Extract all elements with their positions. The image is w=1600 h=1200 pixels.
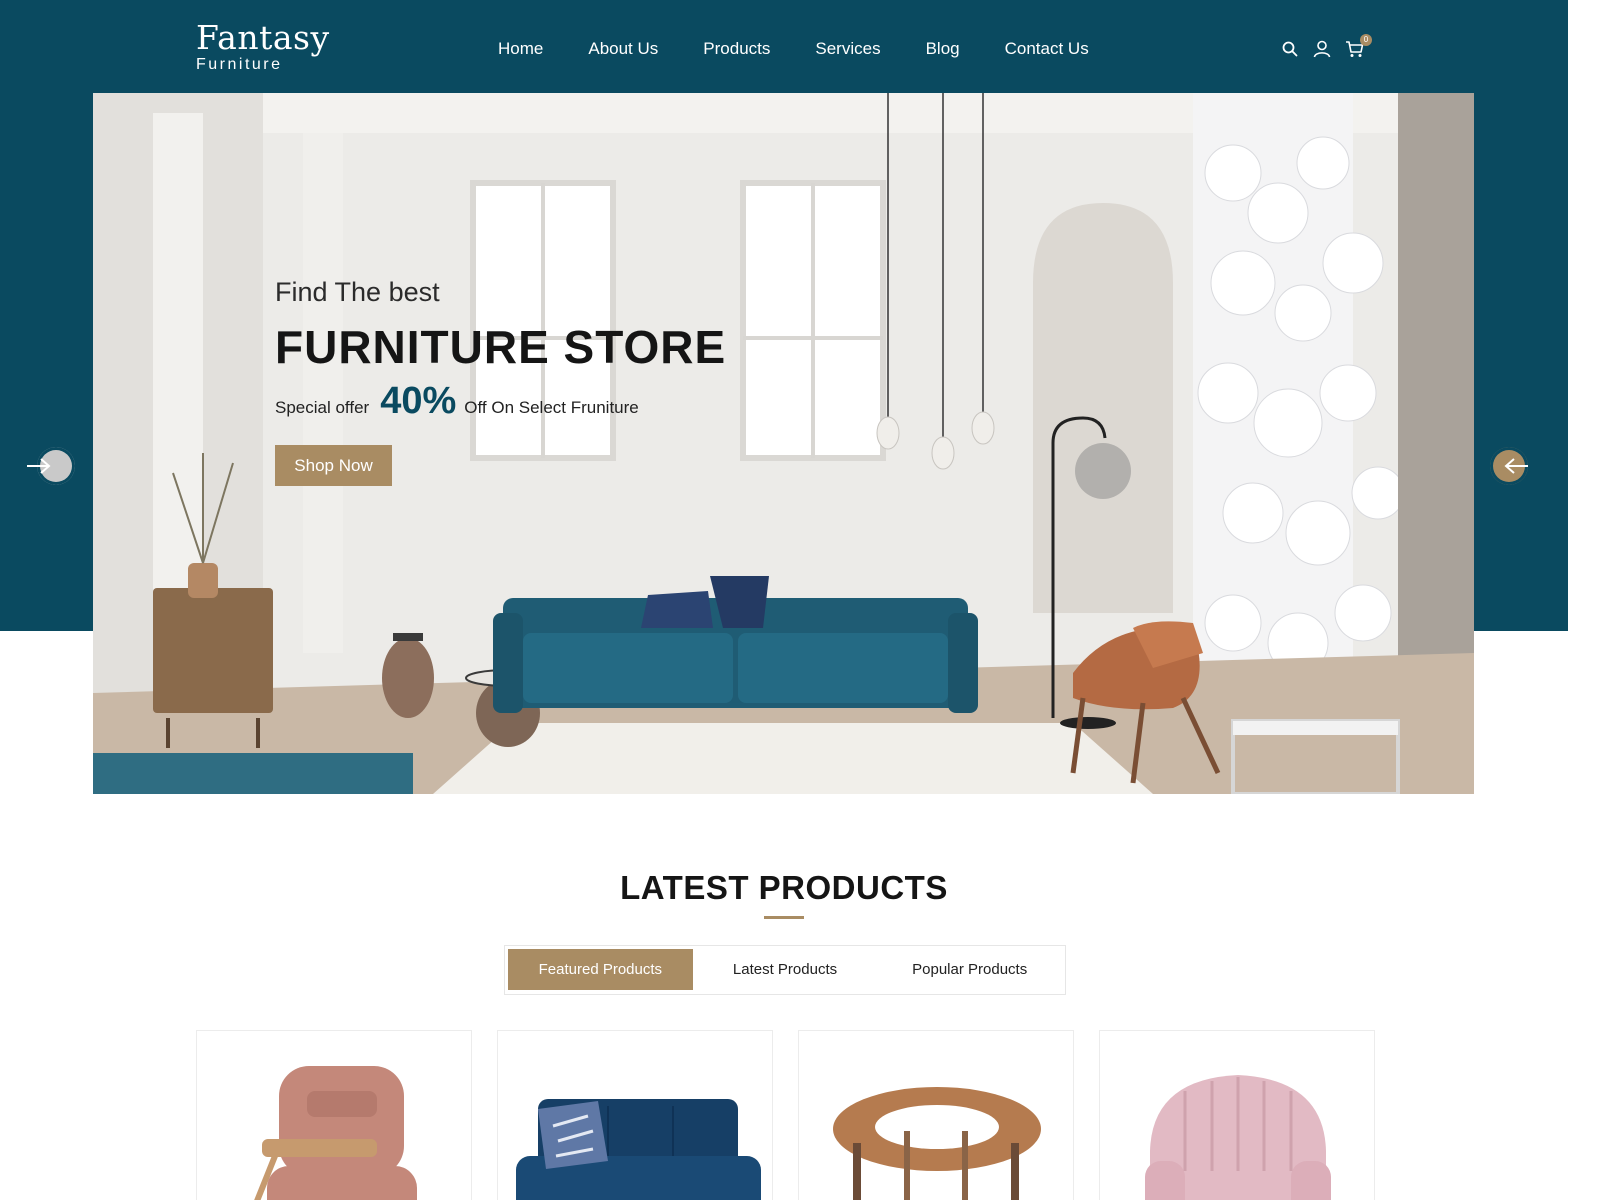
- brand-name: Fantasy: [196, 18, 330, 57]
- tab-featured-products[interactable]: Featured Products: [508, 949, 693, 990]
- arrow-left-icon: [1504, 457, 1530, 477]
- round-wood-side-table-image: [833, 1087, 1041, 1200]
- cart-count-badge: 0: [1360, 34, 1372, 46]
- user-icon[interactable]: [1312, 38, 1332, 60]
- cart-icon[interactable]: 0: [1344, 34, 1372, 60]
- search-icon[interactable]: [1280, 38, 1300, 60]
- brand-logo[interactable]: Fantasy Furniture: [196, 20, 330, 73]
- navy-loveseat-image: [516, 1099, 761, 1200]
- product-card[interactable]: [798, 1030, 1074, 1200]
- header-actions: 0: [1280, 34, 1372, 60]
- main-nav: Home About Us Products Services Blog Con…: [498, 38, 1089, 60]
- product-card[interactable]: [1099, 1030, 1375, 1200]
- slider-prev-button[interactable]: [27, 447, 75, 485]
- offer-percent: 40%: [380, 380, 457, 422]
- product-card[interactable]: [497, 1030, 773, 1200]
- shop-now-button[interactable]: Shop Now: [275, 445, 392, 486]
- nav-item-about[interactable]: About Us: [588, 38, 658, 60]
- arrow-left-icon: [25, 457, 51, 477]
- slider-next-button[interactable]: [1490, 447, 1528, 485]
- nav-item-home[interactable]: Home: [498, 38, 543, 60]
- nav-item-blog[interactable]: Blog: [926, 38, 960, 60]
- nav-item-services[interactable]: Services: [815, 38, 880, 60]
- offer-label: Special offer: [275, 398, 370, 417]
- hero-kicker: Find The best: [275, 277, 440, 307]
- pink-lounge-chair-image: [254, 1066, 417, 1200]
- blush-shell-armchair-image: [1145, 1075, 1331, 1200]
- nav-item-contact[interactable]: Contact Us: [1005, 38, 1089, 60]
- hero-offer: Special offer 40% Off On Select Frunitur…: [275, 381, 726, 421]
- product-card[interactable]: [196, 1030, 472, 1200]
- brand-tagline: Furniture: [196, 56, 283, 73]
- offer-description: Off On Select Fruniture: [464, 398, 639, 417]
- nav-item-products[interactable]: Products: [703, 38, 770, 60]
- latest-products-title: LATEST PRODUCTS: [620, 869, 948, 906]
- tab-latest-products[interactable]: Latest Products: [693, 949, 878, 990]
- hero-banner: Find The best FURNITURE STORE Special of…: [93, 93, 1474, 794]
- product-grid: [196, 1030, 1375, 1200]
- product-tabs: Featured Products Latest Products Popula…: [504, 945, 1066, 995]
- site-header: Fantasy Furniture Home About Us Products…: [0, 0, 1568, 93]
- title-underline: [764, 916, 804, 919]
- hero-text-block: Find The best FURNITURE STORE Special of…: [275, 277, 726, 486]
- tab-popular-products[interactable]: Popular Products: [877, 949, 1062, 990]
- hero-title: FURNITURE STORE: [275, 321, 727, 373]
